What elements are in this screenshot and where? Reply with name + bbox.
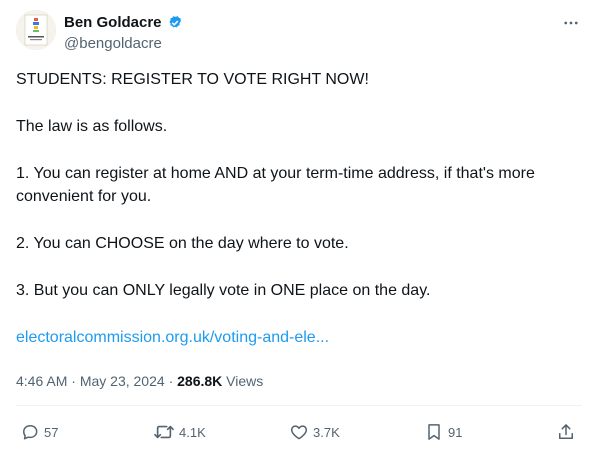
- views-label: Views: [226, 373, 264, 389]
- repost-count: 4.1K: [179, 424, 206, 440]
- meta-separator: ·: [71, 373, 76, 389]
- like-button[interactable]: 3.7K: [289, 418, 340, 446]
- avatar[interactable]: [16, 10, 56, 50]
- tweet-date[interactable]: May 23, 2024: [80, 373, 165, 389]
- more-options-icon[interactable]: [560, 12, 582, 34]
- tweet-paragraph: 3. But you can ONLY legally vote in ONE …: [16, 282, 431, 299]
- action-bar: 57 4.1K 3.7K 91: [0, 418, 598, 446]
- tweet-paragraph: 1. You can register at home AND at your …: [16, 165, 535, 205]
- book-cover-avatar-icon: [16, 10, 56, 50]
- reply-icon: [23, 425, 38, 440]
- tweet-card: Ben Goldacre @bengoldacre STUDENTS: REGI…: [0, 0, 598, 455]
- tweet-link[interactable]: electoralcommission.org.uk/voting-and-el…: [16, 329, 329, 346]
- author-handle[interactable]: @bengoldacre: [64, 34, 162, 54]
- verified-badge-icon: [166, 14, 184, 32]
- author-name-row: Ben Goldacre: [64, 13, 184, 33]
- meta-separator: ·: [168, 373, 174, 389]
- repost-icon: [154, 425, 174, 439]
- tweet-time[interactable]: 4:46 AM: [16, 373, 67, 389]
- bookmark-button[interactable]: 91: [424, 418, 462, 446]
- tweet-paragraph: 2. You can CHOOSE on the day where to vo…: [16, 235, 349, 252]
- tweet-meta: 4:46 AM · May 23, 2024 · 286.8K Views: [16, 372, 263, 390]
- tweet-paragraph: STUDENTS: REGISTER TO VOTE RIGHT NOW!: [16, 71, 369, 88]
- repost-button[interactable]: 4.1K: [153, 418, 206, 446]
- bookmark-icon: [428, 424, 440, 440]
- display-name[interactable]: Ben Goldacre: [64, 13, 162, 33]
- tweet-text: STUDENTS: REGISTER TO VOTE RIGHT NOW! Th…: [16, 68, 582, 349]
- divider: [16, 405, 582, 406]
- share-icon: [559, 424, 573, 439]
- share-button[interactable]: [556, 418, 576, 446]
- reply-count: 57: [44, 424, 59, 440]
- heart-icon: [290, 425, 308, 440]
- views-count: 286.8K: [177, 373, 223, 389]
- like-count: 3.7K: [313, 424, 340, 440]
- reply-button[interactable]: 57: [20, 418, 58, 446]
- bookmark-count: 91: [448, 424, 463, 440]
- tweet-paragraph: The law is as follows.: [16, 118, 168, 135]
